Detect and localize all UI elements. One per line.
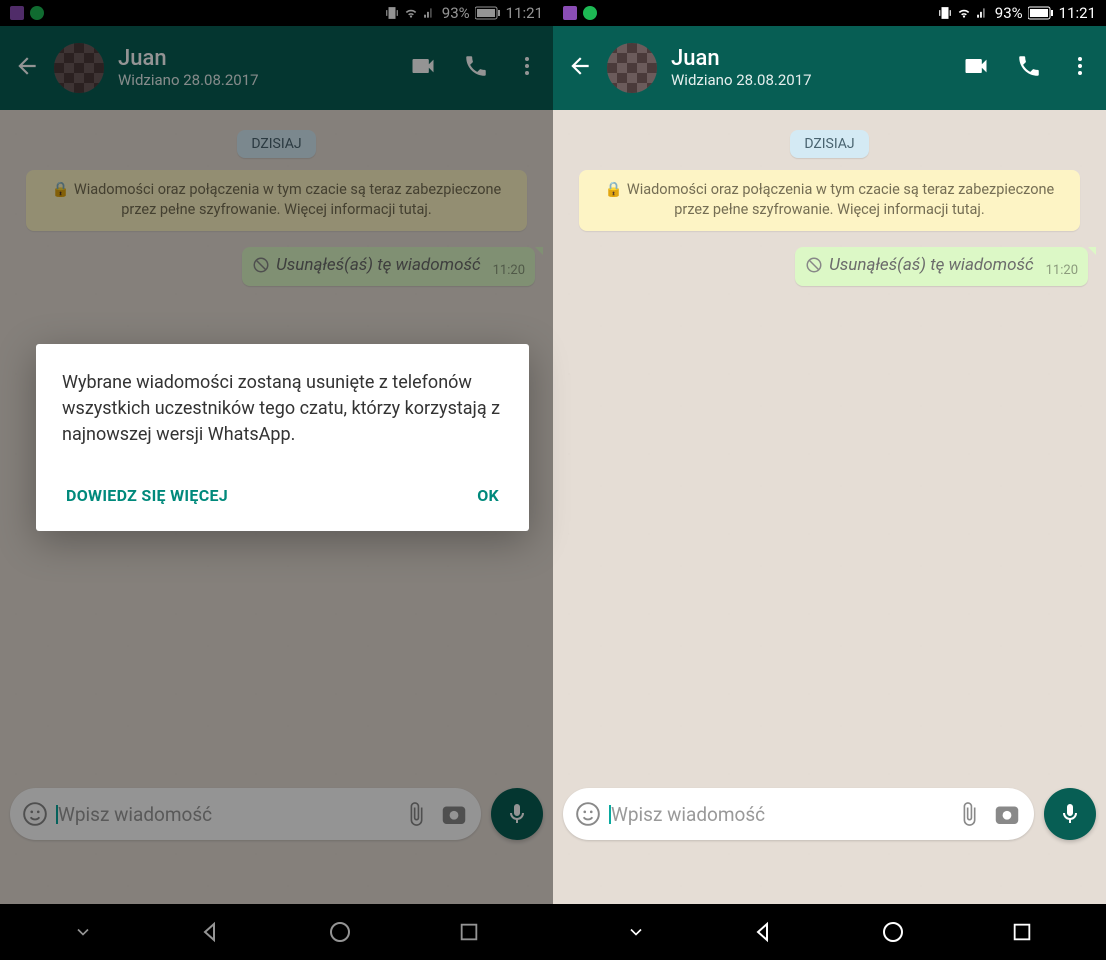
signal-icon (976, 6, 990, 20)
contact-info[interactable]: Juan Widziano 28.08.2017 (671, 47, 948, 89)
prohibited-icon (805, 256, 823, 274)
lock-icon: 🔒 (605, 180, 623, 200)
input-placeholder: Wpisz wiadomość (611, 803, 946, 826)
message-bubble-deleted[interactable]: Usunąłeś(aś) tę wiadomość 11:20 (795, 247, 1088, 286)
voice-call-button[interactable] (1016, 53, 1042, 83)
date-separator: DZISIAJ (790, 130, 868, 158)
chat-area: DZISIAJ 🔒Wiadomości oraz połączenia w ty… (553, 110, 1106, 904)
battery-icon (1028, 6, 1054, 20)
battery-percent: 93% (995, 4, 1023, 22)
screen-left: 93% 11:21 Juan Widziano 28.08.2017 DZISI… (0, 0, 553, 960)
ok-button[interactable]: OK (473, 478, 503, 513)
avatar[interactable] (607, 43, 657, 93)
nav-recent-icon[interactable] (1011, 921, 1033, 943)
nav-back-icon[interactable] (752, 920, 776, 944)
status-bar: 93% 11:21 (553, 0, 1106, 26)
encryption-notice[interactable]: 🔒Wiadomości oraz połączenia w tym czacie… (579, 170, 1080, 231)
contact-name: Juan (671, 47, 948, 71)
dialog-body: Wybrane wiadomości zostaną usunięte z te… (62, 370, 503, 448)
nav-dropdown-icon[interactable] (626, 922, 646, 942)
mic-button[interactable] (1044, 788, 1096, 840)
app-header: Juan Widziano 28.08.2017 (553, 26, 1106, 110)
vibrate-icon (938, 6, 952, 20)
nav-home-icon[interactable] (881, 920, 905, 944)
learn-more-button[interactable]: DOWIEDZ SIĘ WIĘCEJ (62, 478, 232, 513)
more-options-button[interactable] (1068, 54, 1092, 82)
message-input[interactable]: Wpisz wiadomość (563, 788, 1034, 840)
app-indicator-icon (563, 6, 577, 20)
back-button[interactable] (567, 53, 593, 83)
delete-dialog: Wybrane wiadomości zostaną usunięte z te… (36, 344, 529, 531)
last-seen: Widziano 28.08.2017 (671, 71, 948, 89)
status-time: 11:21 (1059, 4, 1096, 22)
camera-icon[interactable] (992, 799, 1022, 829)
app-indicator-icon-2 (583, 6, 597, 20)
input-area: Wpisz wiadomość (553, 780, 1106, 848)
wifi-icon (957, 6, 971, 20)
video-call-button[interactable] (962, 52, 990, 84)
message-time: 11:20 (1046, 263, 1078, 278)
nav-bar (553, 904, 1106, 960)
emoji-icon[interactable] (575, 801, 601, 827)
screen-right: 93% 11:21 Juan Widziano 28.08.2017 DZISI… (553, 0, 1106, 960)
attach-icon[interactable] (956, 801, 982, 827)
